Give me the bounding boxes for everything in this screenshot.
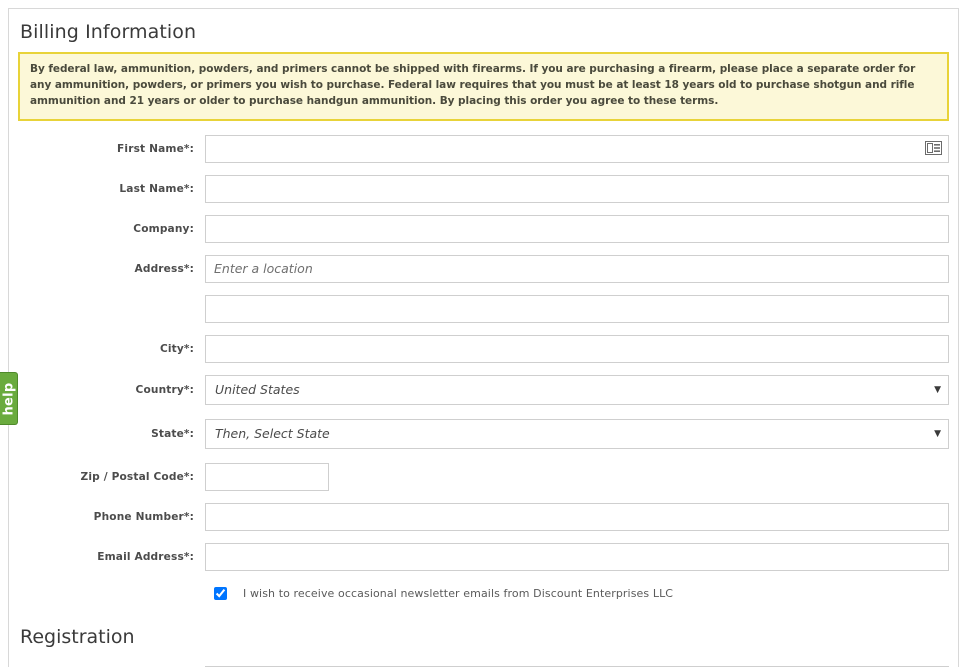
- state-select-wrap: Then, Select State ▼: [205, 418, 949, 449]
- newsletter-checkbox[interactable]: [214, 586, 227, 600]
- form-row-company: Company:: [9, 214, 958, 243]
- country-select-wrap: United States ▼: [205, 374, 949, 405]
- form-row-phone: Phone Number*:: [9, 502, 958, 531]
- form-row-city: City*:: [9, 334, 958, 363]
- first-name-input[interactable]: [205, 134, 949, 163]
- help-tab[interactable]: help: [0, 372, 18, 425]
- email-input[interactable]: [205, 542, 949, 571]
- page-title: Billing Information: [20, 21, 197, 43]
- zip-field-wrap: [205, 462, 958, 491]
- address-line-1-input[interactable]: [205, 254, 949, 283]
- company-field-wrap: [205, 214, 958, 243]
- address-1-field-wrap: [205, 254, 958, 283]
- city-label: City*:: [159, 342, 194, 355]
- form-row-state: State*: Then, Select State ▼: [9, 418, 958, 449]
- email-field-wrap: [205, 542, 958, 571]
- zip-label: Zip / Postal Code*:: [80, 470, 194, 483]
- contact-card-icon[interactable]: [925, 140, 942, 155]
- address-label: Address*:: [134, 262, 194, 275]
- checkout-page: Billing Information By federal law, ammu…: [0, 0, 969, 667]
- form-row-first-name: First Name*:: [9, 134, 958, 163]
- state-field-wrap: Then, Select State ▼: [205, 418, 958, 449]
- help-tab-label: help: [1, 381, 16, 416]
- form-row-email: Email Address*:: [9, 542, 958, 571]
- form-row-address-1: Address*:: [9, 254, 958, 283]
- city-input[interactable]: [205, 334, 949, 363]
- phone-field-wrap: [205, 502, 958, 531]
- address-2-field-wrap: [205, 294, 958, 323]
- form-row-zip: Zip / Postal Code*:: [9, 462, 958, 491]
- billing-form: First Name*: Last Name*: Company: Addres…: [9, 121, 958, 600]
- newsletter-label: I wish to receive occasional newsletter …: [243, 586, 674, 600]
- last-name-field-wrap: [205, 174, 958, 203]
- newsletter-row: I wish to receive occasional newsletter …: [9, 586, 958, 600]
- phone-label: Phone Number*:: [93, 510, 194, 523]
- country-label: Country*:: [135, 383, 194, 396]
- form-row-address-2: [9, 294, 958, 323]
- federal-law-warning: By federal law, ammunition, powders, and…: [18, 52, 949, 121]
- form-row-last-name: Last Name*:: [9, 174, 958, 203]
- company-input[interactable]: [205, 214, 949, 243]
- state-select[interactable]: Then, Select State: [205, 418, 949, 449]
- zip-input[interactable]: [205, 462, 329, 491]
- first-name-field-wrap: [205, 134, 958, 163]
- phone-input[interactable]: [205, 502, 949, 531]
- form-row-country: Country*: United States ▼: [9, 374, 958, 405]
- billing-panel: Billing Information By federal law, ammu…: [8, 8, 959, 667]
- last-name-input[interactable]: [205, 174, 949, 203]
- city-field-wrap: [205, 334, 958, 363]
- address-line-2-input[interactable]: [205, 294, 949, 323]
- first-name-label: First Name*:: [117, 142, 194, 155]
- registration-title: Registration: [20, 625, 135, 648]
- company-label: Company:: [133, 222, 194, 235]
- email-label: Email Address*:: [97, 550, 194, 563]
- country-field-wrap: United States ▼: [205, 374, 958, 405]
- state-label: State*:: [151, 427, 194, 440]
- last-name-label: Last Name*:: [119, 182, 194, 195]
- country-select[interactable]: United States: [205, 374, 949, 405]
